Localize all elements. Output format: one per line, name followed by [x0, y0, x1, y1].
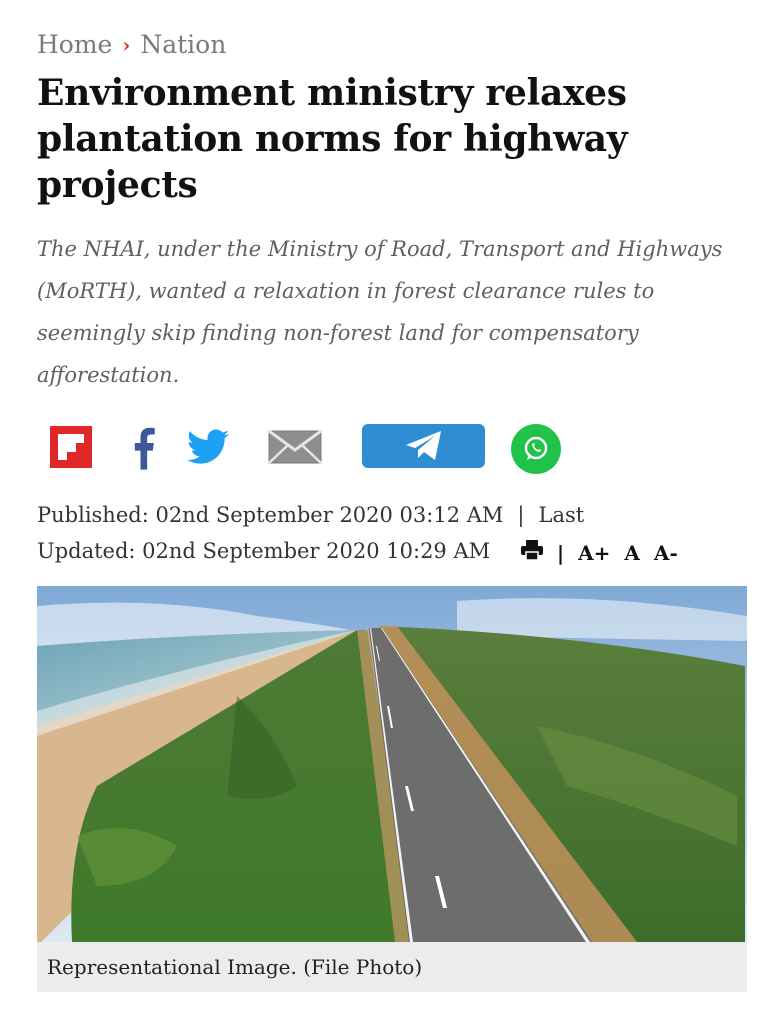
- tools-separator: |: [556, 540, 565, 565]
- updated-date: Updated: 02nd September 2020 10:29 AM: [37, 539, 491, 563]
- meta-line-1: Published: 02nd September 2020 03:12 AM |…: [37, 497, 747, 533]
- article-meta: Published: 02nd September 2020 03:12 AM |…: [37, 497, 747, 571]
- breadcrumb-separator: ›: [122, 32, 131, 57]
- telegram-button[interactable]: [362, 424, 485, 468]
- meta-line-2: Updated: 02nd September 2020 10:29 AM | …: [37, 533, 747, 571]
- whatsapp-icon[interactable]: [511, 424, 561, 474]
- article-summary: The NHAI, under the Ministry of Road, Tr…: [37, 237, 723, 387]
- print-icon[interactable]: [520, 535, 543, 571]
- meta-separator: |: [517, 503, 525, 527]
- twitter-icon[interactable]: [187, 429, 229, 465]
- email-icon[interactable]: [268, 429, 322, 464]
- facebook-icon[interactable]: [131, 424, 157, 470]
- image-caption: Representational Image. (File Photo): [37, 942, 747, 992]
- font-decrease-button[interactable]: A-: [654, 535, 678, 571]
- telegram-icon: [405, 431, 441, 460]
- share-bar: [0, 424, 781, 474]
- font-increase-button[interactable]: A+: [578, 535, 610, 571]
- font-normal-button[interactable]: A: [624, 535, 640, 571]
- article-title: Environment ministry relaxes plantation …: [37, 72, 628, 206]
- article-tools: | A+ A A-: [520, 535, 678, 571]
- published-date: Published: 02nd September 2020 03:12 AM: [37, 503, 504, 527]
- breadcrumb-section-link[interactable]: Nation: [140, 30, 226, 59]
- flipboard-icon[interactable]: [50, 426, 92, 468]
- breadcrumb: Home › Nation: [37, 30, 226, 59]
- breadcrumb-home-link[interactable]: Home: [37, 30, 112, 59]
- updated-prefix: Last: [538, 503, 585, 527]
- article-image: [37, 586, 747, 942]
